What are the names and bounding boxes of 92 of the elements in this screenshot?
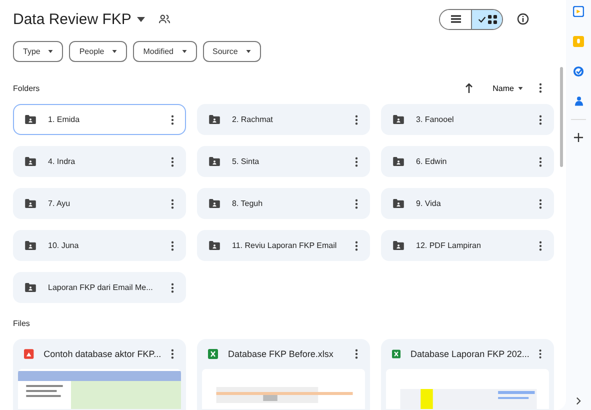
more-icon[interactable] bbox=[171, 198, 174, 208]
more-icon[interactable] bbox=[171, 240, 174, 250]
folder-card[interactable]: 7. Ayu bbox=[13, 188, 186, 219]
folder-name: 4. Indra bbox=[48, 157, 76, 166]
shared-folder-icon bbox=[393, 115, 404, 124]
sort-direction-icon[interactable] bbox=[464, 83, 473, 93]
shared-folder-icon bbox=[25, 157, 36, 166]
folder-name: 3. Fanooel bbox=[416, 115, 455, 124]
filter-chip[interactable]: People bbox=[69, 41, 128, 62]
tasks-icon[interactable] bbox=[573, 66, 584, 77]
shared-folder-icon bbox=[25, 199, 36, 208]
check-icon bbox=[478, 16, 486, 22]
more-icon[interactable] bbox=[539, 240, 542, 250]
folder-card[interactable]: 4. Indra bbox=[13, 146, 186, 177]
file-name: Database Laporan FKP 202... bbox=[410, 349, 530, 359]
grid-icon bbox=[488, 14, 496, 24]
shared-folder-icon bbox=[393, 157, 404, 166]
expand-icon[interactable] bbox=[576, 397, 581, 405]
more-icon[interactable] bbox=[355, 114, 358, 124]
shared-folder-icon bbox=[209, 157, 220, 166]
more-icon[interactable] bbox=[171, 349, 174, 359]
people-icon[interactable] bbox=[159, 14, 170, 24]
more-icon[interactable] bbox=[171, 114, 174, 124]
folder-name: 7. Ayu bbox=[48, 199, 72, 208]
folder-card[interactable]: 2. Rachmat bbox=[197, 104, 370, 135]
folder-card[interactable]: 6. Edwin bbox=[381, 146, 554, 177]
more-icon[interactable] bbox=[355, 349, 358, 359]
more-icon[interactable] bbox=[539, 198, 542, 208]
caret-icon[interactable] bbox=[137, 16, 146, 22]
folder-name: 1. Emida bbox=[48, 115, 81, 124]
filter-chip[interactable]: Type bbox=[13, 41, 64, 62]
shared-folder-icon bbox=[25, 115, 36, 124]
folder-card[interactable]: 11. Reviu Laporan FKP Email bbox=[197, 230, 370, 261]
folder-card[interactable]: 8. Teguh bbox=[197, 188, 370, 219]
spreadsheet-file-icon bbox=[208, 349, 218, 359]
folder-name: 2. Rachmat bbox=[232, 115, 274, 124]
file-card[interactable]: Database Laporan FKP 202... bbox=[381, 339, 554, 410]
more-icon[interactable] bbox=[355, 156, 358, 166]
caret-icon bbox=[48, 50, 54, 53]
grid-view-button[interactable] bbox=[471, 10, 502, 28]
shared-folder-icon bbox=[393, 199, 404, 208]
more-icon[interactable] bbox=[355, 240, 358, 250]
folder-name: 6. Edwin bbox=[416, 157, 448, 166]
add-icon[interactable] bbox=[574, 133, 583, 142]
calendar-icon[interactable] bbox=[573, 6, 584, 17]
more-icon[interactable] bbox=[539, 349, 542, 359]
folder-name: 5. Sinta bbox=[232, 157, 260, 166]
person-icon[interactable] bbox=[574, 96, 582, 106]
caret-icon bbox=[112, 50, 118, 53]
folder-name: 10. Juna bbox=[48, 241, 80, 250]
shared-folder-icon bbox=[25, 241, 36, 250]
shared-folder-icon bbox=[393, 241, 404, 250]
folder-card[interactable]: 12. PDF Lampiran bbox=[381, 230, 554, 261]
sort-button[interactable]: Name bbox=[488, 84, 527, 92]
shared-folder-icon bbox=[209, 199, 220, 208]
folder-title[interactable]: Data Review FKP bbox=[13, 10, 132, 28]
shared-folder-icon bbox=[209, 241, 220, 250]
caret-icon bbox=[182, 50, 187, 53]
file-card[interactable]: Database FKP Before.xlsx bbox=[197, 339, 370, 410]
folder-name: 8. Teguh bbox=[232, 199, 264, 208]
folder-card[interactable]: 10. Juna bbox=[13, 230, 186, 261]
more-icon[interactable] bbox=[539, 156, 542, 166]
folder-card[interactable]: 1. Emida bbox=[13, 104, 186, 135]
spreadsheet-file-icon bbox=[392, 349, 401, 359]
more-icon[interactable] bbox=[539, 83, 542, 93]
folder-name: 11. Reviu Laporan FKP Email bbox=[232, 241, 338, 250]
pdf-file-icon bbox=[24, 349, 34, 359]
file-name: Database FKP Before.xlsx bbox=[228, 349, 334, 359]
shared-folder-icon bbox=[25, 283, 36, 292]
folder-name: 9. Vida bbox=[416, 199, 442, 208]
filter-chip[interactable]: Modified bbox=[133, 41, 197, 62]
more-icon[interactable] bbox=[171, 282, 174, 292]
more-icon[interactable] bbox=[171, 156, 174, 166]
section-heading: Files bbox=[13, 318, 30, 328]
folder-name: 12. PDF Lampiran bbox=[416, 241, 482, 250]
file-card[interactable]: Contoh database aktor FKP... bbox=[13, 339, 186, 410]
filter-chip[interactable]: Source bbox=[202, 41, 261, 62]
shared-folder-icon bbox=[209, 115, 220, 124]
info-icon[interactable] bbox=[517, 13, 529, 25]
caret-icon bbox=[246, 50, 251, 53]
view-toggle[interactable] bbox=[439, 8, 503, 30]
folder-card[interactable]: 3. Fanooel bbox=[381, 104, 554, 135]
section-heading: Folders bbox=[13, 84, 40, 92]
folder-card[interactable]: Laporan FKP dari Email Me... bbox=[13, 272, 186, 303]
folder-name: Laporan FKP dari Email Me... bbox=[48, 283, 154, 292]
more-icon[interactable] bbox=[539, 114, 542, 124]
folder-card[interactable]: 5. Sinta bbox=[197, 146, 370, 177]
list-icon bbox=[450, 15, 460, 23]
file-name: Contoh database aktor FKP... bbox=[44, 349, 162, 359]
more-icon[interactable] bbox=[355, 198, 358, 208]
caret-icon bbox=[518, 86, 523, 90]
folder-card[interactable]: 9. Vida bbox=[381, 188, 554, 219]
